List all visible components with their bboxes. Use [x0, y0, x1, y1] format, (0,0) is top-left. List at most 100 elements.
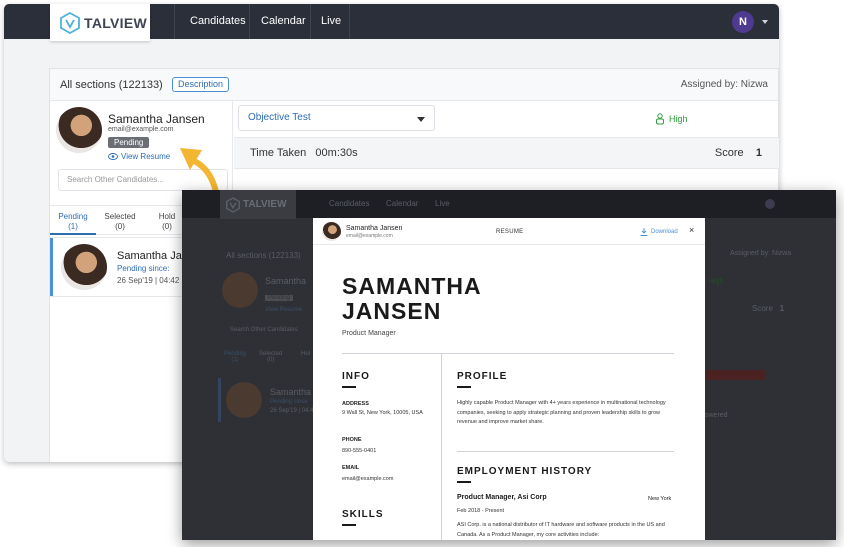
divider	[342, 353, 674, 354]
address-value: 9 Wall St, New York, 10005, USA	[342, 410, 423, 416]
active-row-indicator	[218, 378, 221, 422]
screenshot-stage: TALVIEW Candidates Calendar Live N All s…	[0, 0, 844, 547]
tab-count: (0)	[162, 222, 172, 231]
download-button[interactable]: Download	[640, 228, 678, 236]
candidate-photo	[322, 222, 341, 241]
employment-location: New York	[648, 496, 672, 502]
candidate-photo	[61, 244, 107, 290]
resume-modal: Samantha Jansen email@example.com RESUME…	[313, 218, 705, 540]
nav-candidates: Candidates	[329, 199, 370, 208]
score: Score 1	[752, 304, 784, 313]
assigned-by: Assigned by: Nizwa	[730, 250, 792, 257]
dimmed-nav: TALVIEW Candidates Calendar Live	[182, 190, 836, 219]
answered-status: swered	[705, 412, 728, 419]
priority-indicator: High	[654, 113, 688, 125]
tab-pending: Pending (1)	[224, 351, 246, 363]
chevron-down-icon[interactable]	[762, 20, 768, 24]
view-resume-label: View Resume	[121, 152, 171, 161]
candidate-email: email@example.com	[108, 126, 174, 133]
description-button[interactable]: Description	[172, 77, 230, 92]
download-label: Download	[651, 229, 678, 235]
resume-name-line1: SAMANTHA	[342, 273, 482, 299]
score-value: 1	[755, 147, 762, 159]
info-heading: INFO	[342, 371, 370, 382]
candidate-name: Samantha Jansen	[108, 112, 205, 126]
score: Score 1	[715, 147, 762, 159]
panel-header: All sections (122133) Description Assign…	[50, 69, 778, 101]
list-item-name: Samantha Jar	[117, 250, 186, 262]
tab-selected[interactable]: Selected (0)	[102, 212, 138, 232]
test-select-value: Objective Test	[248, 112, 311, 123]
nav-calendar[interactable]: Calendar	[261, 4, 306, 39]
address-label: ADDRESS	[342, 401, 369, 407]
phone-label: PHONE	[342, 437, 362, 443]
header-name: Samantha Jansen	[346, 225, 403, 232]
employment-dates: Feb 2018 - Present	[457, 508, 505, 514]
candidate-photo	[222, 272, 258, 308]
top-nav: TALVIEW Candidates Calendar Live N	[4, 4, 779, 41]
user-avatar	[765, 199, 775, 209]
search-candidates-input: Search Other Candidates	[230, 327, 298, 333]
heading-underline	[457, 386, 471, 388]
close-icon[interactable]: ×	[689, 225, 694, 235]
nav-live: Live	[435, 199, 450, 208]
status-badge: Pending	[265, 295, 294, 301]
chevron-down-icon	[417, 117, 425, 122]
user-avatar[interactable]: N	[732, 11, 754, 33]
priority-label: High	[709, 278, 724, 285]
tab-count: (1)	[68, 222, 78, 231]
time-score-row: Time Taken 00m:30s Score 1	[234, 137, 779, 169]
list-item-date: 26 Sep'19 | 04:4	[270, 408, 314, 414]
tab-hold[interactable]: Hold (0)	[152, 212, 182, 232]
email-value: email@example.com	[342, 476, 394, 482]
status-badge: Pending	[108, 137, 150, 148]
download-icon	[640, 228, 648, 236]
email-label: EMAIL	[342, 465, 360, 471]
dimmed-logo: TALVIEW	[220, 190, 296, 219]
nav-live[interactable]: Live	[321, 4, 341, 39]
employment-text: ASI Corp. is a national distributor of I…	[457, 522, 665, 538]
time-taken-label: Time Taken	[250, 147, 307, 159]
column-divider	[441, 354, 442, 540]
candidate-name: Samantha	[265, 276, 307, 286]
tab-selected: Selected (0)	[259, 351, 282, 363]
score-label: Score	[752, 304, 773, 313]
talview-logo[interactable]: TALVIEW	[50, 4, 150, 41]
skills-heading: SKILLS	[342, 509, 384, 520]
sections-title: All sections (122133)	[60, 79, 163, 91]
phone-value: 890-555-0401	[342, 448, 377, 454]
view-resume-link[interactable]: View Resume	[108, 152, 170, 161]
profile-heading: PROFILE	[457, 371, 508, 382]
tab-count: (1)	[231, 357, 239, 363]
resume-name: SAMANTHA JANSEN	[342, 274, 482, 324]
people-icon	[656, 113, 664, 125]
time-taken-value: 00m:30s	[315, 147, 358, 159]
talview-logo-icon	[60, 11, 80, 34]
profile-text: Highly capable Product Manager with 4+ y…	[457, 400, 666, 425]
employment-heading: EMPLOYMENT HISTORY	[457, 466, 593, 477]
tab-pending[interactable]: Pending (1)	[58, 212, 88, 232]
talview-logo-icon	[226, 196, 240, 213]
tab-hold: Hol	[301, 351, 311, 357]
test-select-dropdown[interactable]: Objective Test	[238, 105, 435, 131]
candidate-photo	[56, 107, 102, 153]
nav-candidates[interactable]: Candidates	[190, 4, 246, 39]
nav-divider	[349, 4, 350, 39]
header-email: email@example.com	[346, 233, 393, 239]
list-item-pending: Pending since	[270, 399, 308, 405]
heading-underline	[342, 524, 356, 526]
assigned-by: Assigned by: Nizwa	[680, 79, 768, 90]
employment-title: Product Manager, Asi Corp	[457, 494, 547, 501]
sections-title: All sections (122133)	[226, 251, 301, 260]
score-label: Score	[714, 147, 744, 159]
logo-text: TALVIEW	[243, 199, 287, 210]
active-tab-indicator	[50, 233, 96, 235]
eye-icon	[108, 153, 118, 160]
list-item-pending: Pending since:	[117, 264, 170, 273]
nav-calendar: Calendar	[386, 199, 419, 208]
score-value: 1	[779, 304, 785, 313]
heading-underline	[342, 386, 356, 388]
tab-count: (0)	[267, 357, 275, 363]
tab-label: Selected	[104, 212, 136, 221]
time-taken: Time Taken 00m:30s	[250, 147, 358, 159]
